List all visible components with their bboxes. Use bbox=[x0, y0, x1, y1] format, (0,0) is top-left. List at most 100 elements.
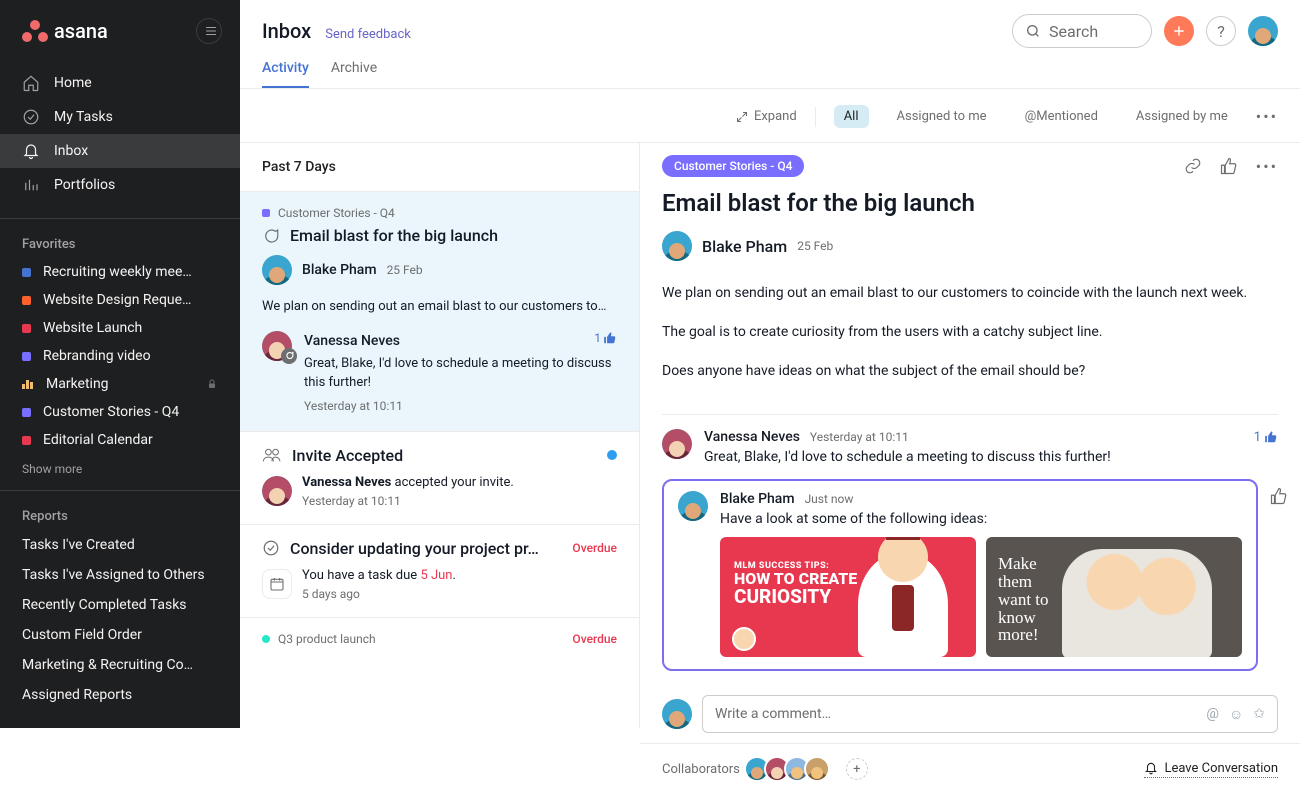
report-item[interactable]: Marketing & Recruiting Co… bbox=[0, 650, 240, 680]
favorites-heading: Favorites bbox=[0, 229, 240, 258]
card-excerpt: We plan on sending out an email blast to… bbox=[262, 297, 617, 317]
tab-activity[interactable]: Activity bbox=[262, 60, 309, 88]
page-header: Inbox Send feedback Search ? Activity Ar… bbox=[240, 0, 1300, 89]
comment-avatar bbox=[662, 429, 692, 459]
report-item[interactable]: Custom Field Order bbox=[0, 620, 240, 650]
chart-icon bbox=[22, 379, 34, 389]
unread-dot bbox=[607, 450, 617, 460]
filter-more-button[interactable]: ••• bbox=[1256, 107, 1278, 126]
detail-title: Email blast for the big launch bbox=[662, 189, 1278, 217]
filter-assigned-by-me[interactable]: Assigned by me bbox=[1126, 105, 1238, 128]
attachment-thumbnail[interactable]: MLM SUCCESS TIPS: HOW TO CREATE CURIOSIT… bbox=[720, 537, 976, 657]
user-avatar[interactable] bbox=[1248, 16, 1278, 46]
collapse-sidebar-button[interactable] bbox=[196, 18, 222, 44]
filter-mentioned[interactable]: @Mentioned bbox=[1015, 105, 1108, 128]
nav-portfolios[interactable]: Portfolios bbox=[0, 168, 240, 202]
expand-button[interactable]: Expand bbox=[736, 109, 797, 124]
logo[interactable]: asana bbox=[22, 19, 108, 43]
reply-author: Vanessa Neves bbox=[304, 331, 617, 352]
search-icon bbox=[1025, 23, 1041, 39]
author-avatar bbox=[262, 255, 292, 285]
reports-heading: Reports bbox=[0, 501, 240, 530]
comment-text: Have a look at some of the following ide… bbox=[720, 511, 1242, 527]
detail-more-button[interactable]: ••• bbox=[1256, 157, 1278, 176]
detail-author-avatar bbox=[662, 231, 692, 261]
comment: Vanessa Neves Yesterday at 10:11 1 Great… bbox=[662, 429, 1278, 465]
comment-likes[interactable]: 1 bbox=[1254, 430, 1278, 445]
plus-icon bbox=[1172, 24, 1186, 38]
link-icon[interactable] bbox=[1184, 157, 1202, 175]
detail-paragraph: The goal is to create curiosity from the… bbox=[662, 322, 1278, 343]
emoji-icon[interactable]: ☺ bbox=[1229, 706, 1243, 723]
report-item[interactable]: Tasks I've Assigned to Others bbox=[0, 560, 240, 590]
thumbs-up-icon bbox=[603, 331, 617, 345]
project-label: Customer Stories - Q4 bbox=[278, 206, 395, 220]
detail-paragraph: Does anyone have ideas on what the subje… bbox=[662, 361, 1278, 382]
collaborator-avatar[interactable] bbox=[804, 756, 830, 782]
collaborator-avatars bbox=[750, 756, 830, 782]
leave-conversation-button[interactable]: Leave Conversation bbox=[1144, 761, 1278, 778]
main-area: Inbox Send feedback Search ? Activity Ar… bbox=[240, 0, 1300, 728]
check-circle-icon bbox=[22, 108, 40, 126]
thumbs-up-icon[interactable] bbox=[1220, 157, 1238, 175]
like-button[interactable] bbox=[1270, 479, 1288, 509]
sidebar: asana Home My Tasks Inbox Portfolios Fav… bbox=[0, 0, 240, 728]
detail-project-tag[interactable]: Customer Stories - Q4 bbox=[662, 155, 804, 177]
favorite-item[interactable]: Editorial Calendar bbox=[0, 426, 240, 454]
favorite-item[interactable]: Website Design Reque… bbox=[0, 286, 240, 314]
nav-inbox[interactable]: Inbox bbox=[0, 134, 240, 168]
thumbs-up-icon bbox=[1264, 430, 1278, 444]
speech-icon bbox=[262, 227, 280, 245]
compose-avatar bbox=[662, 699, 692, 729]
add-collaborator-button[interactable]: + bbox=[846, 758, 868, 780]
detail-author-name: Blake Pham bbox=[702, 237, 787, 256]
favorite-item[interactable]: Recruiting weekly mee… bbox=[0, 258, 240, 286]
mention-icon[interactable]: @ bbox=[1206, 706, 1219, 723]
overdue-badge: Overdue bbox=[572, 541, 617, 555]
reply-text: Great, Blake, I'd love to schedule a mee… bbox=[304, 354, 617, 393]
reply-time: Yesterday at 10:11 bbox=[304, 397, 617, 415]
inbox-card[interactable]: Q3 product launch Overdue bbox=[240, 617, 639, 662]
card-title: Consider updating your project pr… bbox=[290, 539, 572, 558]
report-item[interactable]: Tasks I've Created bbox=[0, 530, 240, 560]
add-button[interactable] bbox=[1164, 16, 1194, 46]
filter-assigned-to-me[interactable]: Assigned to me bbox=[887, 105, 997, 128]
detail-date: 25 Feb bbox=[797, 239, 833, 253]
nav-home[interactable]: Home bbox=[0, 66, 240, 100]
send-feedback-link[interactable]: Send feedback bbox=[325, 27, 411, 42]
favorite-item[interactable]: Website Launch bbox=[0, 314, 240, 342]
expand-icon bbox=[736, 111, 748, 123]
help-button[interactable]: ? bbox=[1206, 16, 1236, 46]
author-name: Blake Pham bbox=[302, 262, 377, 278]
report-item[interactable]: Recently Completed Tasks bbox=[0, 590, 240, 620]
nav-portfolios-label: Portfolios bbox=[54, 177, 115, 193]
inbox-card[interactable]: Consider updating your project pr… Overd… bbox=[240, 524, 639, 617]
card-title: Invite Accepted bbox=[292, 446, 597, 465]
compose-input[interactable]: Write a comment… @ ☺ ✩ bbox=[702, 695, 1278, 733]
attachment-thumbnail[interactable]: Make them want to know more! bbox=[986, 537, 1242, 657]
card-date: 25 Feb bbox=[387, 263, 423, 277]
bell-icon bbox=[1144, 761, 1158, 775]
comment-author: Vanessa Neves bbox=[704, 429, 800, 445]
nav-my-tasks[interactable]: My Tasks bbox=[0, 100, 240, 134]
filter-all[interactable]: All bbox=[834, 105, 869, 128]
report-item[interactable]: Assigned Reports bbox=[0, 680, 240, 710]
detail-footer: Collaborators + Leave Conversation bbox=[640, 743, 1300, 794]
inbox-card[interactable]: Invite Accepted Vanessa Neves accepted y… bbox=[240, 431, 639, 524]
compose-placeholder: Write a comment… bbox=[715, 706, 831, 722]
star-icon[interactable]: ✩ bbox=[1253, 706, 1265, 723]
detail-pane: Customer Stories - Q4 ••• Email blast fo… bbox=[640, 143, 1300, 728]
reply-likes[interactable]: 1 bbox=[594, 331, 617, 345]
search-input[interactable]: Search bbox=[1012, 14, 1152, 48]
show-more-button[interactable]: Show more bbox=[0, 454, 240, 484]
thumbs-up-icon bbox=[1270, 487, 1288, 505]
favorite-item[interactable]: Customer Stories - Q4 bbox=[0, 398, 240, 426]
comment-time: Just now bbox=[805, 492, 854, 506]
nav-home-label: Home bbox=[54, 75, 92, 91]
inbox-card[interactable]: Customer Stories - Q4 Email blast for th… bbox=[240, 191, 639, 431]
hamburger-icon bbox=[204, 24, 218, 38]
author-avatar bbox=[262, 476, 292, 506]
tab-archive[interactable]: Archive bbox=[331, 60, 377, 88]
favorite-item[interactable]: Rebranding video bbox=[0, 342, 240, 370]
favorite-item[interactable]: Marketing bbox=[0, 370, 240, 398]
